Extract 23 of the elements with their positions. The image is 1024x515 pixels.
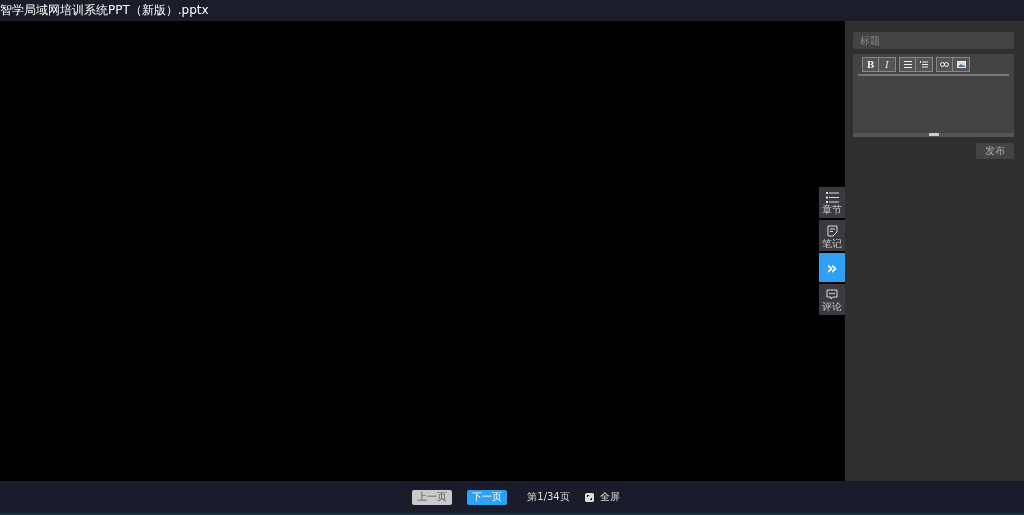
title-input[interactable]: 标题 [853, 32, 1014, 49]
side-tab[interactable]: 笔记 [819, 220, 845, 251]
format-button[interactable]: B [863, 58, 879, 71]
fullscreen-icon [584, 492, 594, 502]
toolbar-button[interactable] [916, 58, 932, 71]
bulleted-list-icon [903, 61, 912, 68]
toolbar-button[interactable] [900, 58, 916, 71]
side-tab[interactable]: 评论 [819, 284, 845, 315]
numbered-list-icon [920, 61, 928, 68]
format-button[interactable]: I [879, 58, 895, 71]
comment-icon [826, 289, 838, 300]
editor-box[interactable]: B I [853, 54, 1014, 137]
resize-handle[interactable] [928, 133, 939, 136]
toolbar-button[interactable] [937, 58, 953, 71]
note-icon [826, 224, 838, 237]
list-icon [825, 192, 839, 203]
window-title: 智学局域网培训系统PPT（新版）.pptx [0, 2, 209, 19]
side-tab[interactable]: 章节 [819, 187, 845, 218]
fullscreen-button[interactable]: 全屏 [584, 490, 620, 504]
image-icon [956, 61, 966, 68]
page-counter: 第1/34页 [527, 490, 570, 504]
link-icon [940, 62, 949, 67]
toolbar-button[interactable] [953, 58, 969, 71]
